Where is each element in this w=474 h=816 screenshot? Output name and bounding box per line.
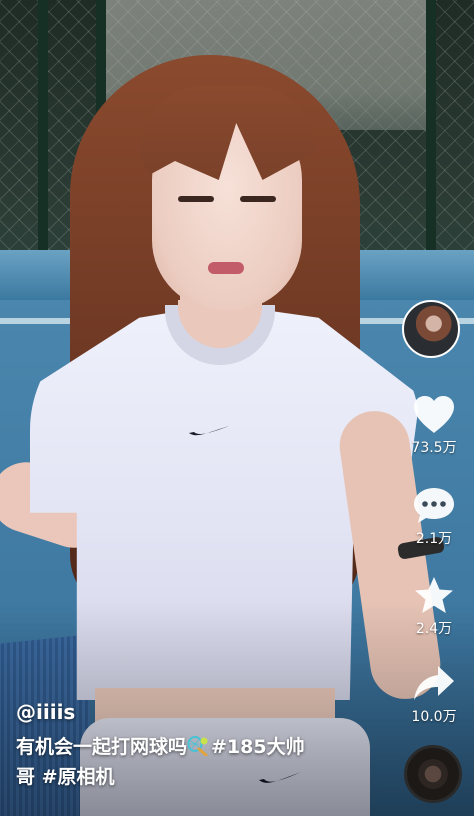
person-lips [208, 262, 244, 274]
like-count: 73.5万 [411, 440, 457, 456]
author-name[interactable]: @iiiis [16, 700, 386, 724]
video-caption: @iiiis 有机会一起打网球吗 #185大帅 哥 #原相机 [16, 700, 386, 792]
favorite-count: 2.4万 [415, 621, 453, 637]
author-avatar[interactable] [402, 300, 460, 358]
tennis-racket-icon [187, 736, 208, 756]
share-count: 10.0万 [411, 709, 457, 725]
star-icon [415, 577, 453, 613]
comment-bubble-icon [414, 488, 454, 523]
nike-logo-icon [189, 426, 229, 436]
music-disc[interactable] [404, 745, 462, 803]
hashtag-link[interactable]: #原相机 [42, 766, 115, 788]
favorite-button[interactable]: 2.4万 [404, 576, 464, 638]
person-eye [240, 196, 276, 202]
caption-body: 有机会一起打网球吗 [16, 736, 188, 758]
hashtag-link-continued[interactable]: 哥 [16, 766, 35, 788]
person-eye [178, 196, 214, 202]
video-player[interactable] [0, 0, 474, 816]
comment-button[interactable]: 2.1万 [404, 486, 464, 548]
comment-count: 2.1万 [415, 531, 453, 547]
like-button[interactable]: 73.5万 [404, 395, 464, 457]
hashtag-link[interactable]: #185大帅 [211, 736, 305, 758]
heart-icon [414, 396, 454, 433]
share-button[interactable]: 10.0万 [404, 664, 464, 726]
share-arrow-icon [414, 666, 454, 700]
caption-text: 有机会一起打网球吗 #185大帅 哥 #原相机 [16, 732, 386, 792]
